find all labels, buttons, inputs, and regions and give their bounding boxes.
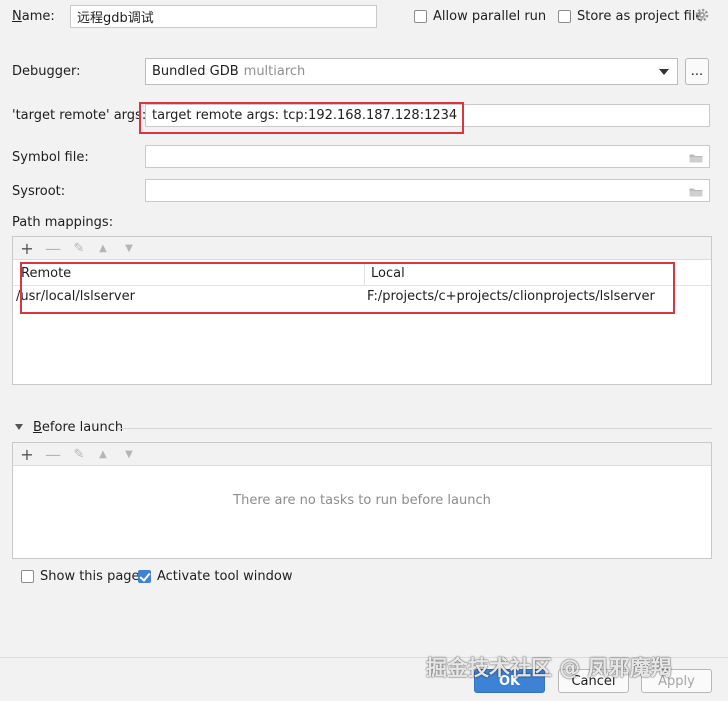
debugger-select[interactable]: Bundled GDB multiarch [145,58,678,85]
sysroot-input[interactable] [145,179,710,202]
show-page-checkbox[interactable] [21,570,34,583]
symbol-file-input[interactable] [145,145,710,168]
activate-tool-label[interactable]: Activate tool window [157,569,292,584]
allow-parallel-checkbox[interactable] [414,10,427,23]
edit-icon[interactable]: ✎ [69,238,89,258]
activate-tool-checkbox[interactable] [138,570,151,583]
remove-icon[interactable]: — [43,238,63,258]
gear-icon[interactable] [695,8,709,22]
name-input[interactable]: 远程gdb调试 [70,5,377,28]
add-icon[interactable]: + [17,238,37,258]
move-up-icon[interactable]: ▲ [93,238,113,258]
target-remote-label: 'target remote' args: [12,108,147,123]
column-header-remote[interactable]: Remote [21,266,71,281]
path-mappings-panel: + — ✎ ▲ ▼ Remote Local /usr/local/lslser… [12,236,712,385]
store-project-label[interactable]: Store as project file [577,9,703,24]
add-icon[interactable]: + [17,444,37,464]
section-divider [118,428,712,429]
debugger-more-button[interactable]: ... [685,58,709,85]
column-divider [364,263,365,285]
path-mappings-toolbar: + — ✎ ▲ ▼ [13,237,711,260]
debugger-value: Bundled GDB [152,64,239,79]
collapse-triangle-icon[interactable] [15,424,23,430]
sysroot-label: Sysroot: [12,184,66,199]
show-page-label[interactable]: Show this page [40,569,140,584]
table-row[interactable]: /usr/local/lslserver F:/projects/c+proje… [13,286,711,308]
row-remote-path[interactable]: /usr/local/lslserver [16,289,135,304]
remove-icon[interactable]: — [43,444,63,464]
move-down-icon[interactable]: ▼ [119,444,139,464]
before-launch-label[interactable]: Before launch [33,420,123,435]
before-launch-toolbar: + — ✎ ▲ ▼ [13,443,711,466]
debugger-label: Debugger: [12,64,81,79]
column-header-local[interactable]: Local [371,266,405,281]
target-remote-input[interactable]: target remote args: tcp:192.168.187.128:… [145,104,710,127]
edit-icon[interactable]: ✎ [69,444,89,464]
store-project-checkbox[interactable] [558,10,571,23]
folder-icon[interactable] [689,152,703,163]
chevron-down-icon [659,69,669,75]
table-header: Remote Local [13,263,711,286]
folder-icon[interactable] [689,186,703,197]
name-label: Name: [12,9,55,24]
empty-tasks-text: There are no tasks to run before launch [233,493,491,508]
move-down-icon[interactable]: ▼ [119,238,139,258]
row-local-path[interactable]: F:/projects/c+projects/clionprojects/lsl… [367,289,655,304]
watermark: 掘金技术社区 @ 凤邪魔羯 [426,656,672,680]
path-mappings-label: Path mappings: [12,215,114,230]
before-launch-panel: + — ✎ ▲ ▼ There are no tasks to run befo… [12,442,712,559]
move-up-icon[interactable]: ▲ [93,444,113,464]
symbol-file-label: Symbol file: [12,150,89,165]
debugger-hint: multiarch [243,64,306,79]
allow-parallel-label[interactable]: Allow parallel run [433,9,546,24]
